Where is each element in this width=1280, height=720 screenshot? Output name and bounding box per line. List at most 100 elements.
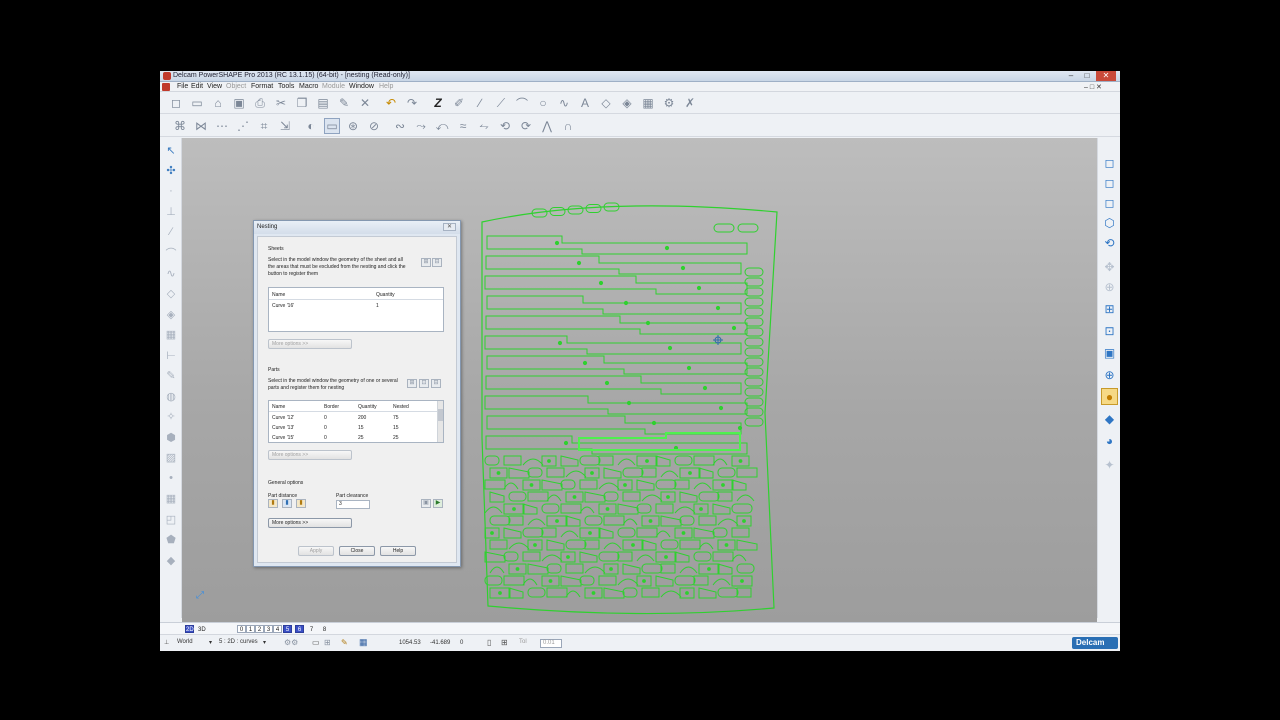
curve-project-icon[interactable]: ⇲	[277, 118, 293, 134]
curve-tool-icon[interactable]: ∿	[163, 265, 179, 281]
mdi-controls[interactable]: – □ ✕	[1084, 83, 1102, 91]
shaded-object-icon[interactable]: ◕	[1101, 432, 1118, 449]
view-zoom-icon[interactable]: ⊕	[1101, 278, 1118, 295]
cut-icon[interactable]: ✂	[273, 95, 289, 111]
curve-edit-icon[interactable]: ⌘	[172, 118, 188, 134]
part-row-cell[interactable]: Curve '15'	[272, 435, 294, 441]
nest-preview-button[interactable]: ▣	[421, 499, 431, 508]
menu-module[interactable]: Module	[322, 83, 345, 90]
curve-join-icon[interactable]: ⋯	[214, 118, 230, 134]
circle-icon[interactable]: ○	[535, 95, 551, 111]
render-icon[interactable]: ✦	[1101, 456, 1118, 473]
edit-icon[interactable]: ✎	[336, 95, 352, 111]
curve-rebuild-icon[interactable]: ⟲	[497, 118, 513, 134]
distance-mode-1-button[interactable]: ▮	[268, 499, 278, 508]
menu-help[interactable]: Help	[379, 83, 393, 90]
menu-macro[interactable]: Macro	[299, 83, 318, 90]
surface-icon[interactable]: ◇	[598, 95, 614, 111]
nest-run-button[interactable]: ▶	[433, 499, 443, 508]
menu-tools[interactable]: Tools	[278, 83, 294, 90]
relative-mode-icon[interactable]: ⊞	[501, 638, 508, 647]
curve-reverse-icon[interactable]: ⤺	[434, 118, 450, 134]
part-row-cell[interactable]: 25	[358, 435, 364, 441]
view-iso-icon[interactable]: ⬡	[1101, 214, 1118, 231]
curve-split-icon[interactable]: ⊘	[366, 118, 382, 134]
close-window-button[interactable]: ✕	[1096, 71, 1116, 81]
electrode-tool-icon[interactable]: ⬢	[163, 429, 179, 445]
view-side-icon[interactable]: ◻	[1101, 194, 1118, 211]
zoom-fit-icon[interactable]: ⊡	[1101, 322, 1118, 339]
maximize-button[interactable]: □	[1080, 71, 1094, 81]
absolute-mode-icon[interactable]: ▯	[487, 638, 491, 647]
layer-5[interactable]: 5	[283, 625, 292, 633]
grid-icon[interactable]: ▦	[359, 637, 368, 648]
minimize-button[interactable]: –	[1064, 71, 1078, 81]
globe-icon[interactable]: ⊕	[1101, 366, 1118, 383]
open-icon[interactable]: ▭	[189, 95, 205, 111]
print-icon[interactable]: ⎙	[252, 95, 268, 111]
edit-part-button[interactable]: ⊡	[419, 379, 429, 388]
close-button[interactable]: Close	[339, 546, 375, 556]
layer-0[interactable]: 0	[237, 625, 246, 633]
zoom-selected-icon[interactable]: ▣	[1101, 344, 1118, 361]
annotation-tool-icon[interactable]: ✎	[163, 368, 179, 384]
surface-tool-icon[interactable]: ◇	[163, 286, 179, 302]
arc-icon[interactable]: ⌒	[514, 95, 530, 111]
dropdown-arrow-icon[interactable]: ▾	[263, 639, 266, 646]
curve-analyze-icon[interactable]: ⋀	[539, 118, 555, 134]
general-more-options-button[interactable]: More options >>	[268, 518, 352, 528]
solid-icon[interactable]: ◈	[619, 95, 635, 111]
curve-trim-icon[interactable]: ⋈	[193, 118, 209, 134]
tolerance-input[interactable]: 0.01	[540, 639, 562, 648]
part-row-cell[interactable]: 25	[393, 435, 399, 441]
solid-tool-icon[interactable]: ◈	[163, 306, 179, 322]
shaded-diamond-icon[interactable]: ◆	[1101, 410, 1118, 427]
select-arrow-icon[interactable]: ↖	[163, 142, 179, 158]
cube-tool-icon[interactable]: ◰	[163, 511, 179, 527]
part-row-cell[interactable]: 0	[324, 425, 327, 431]
dialog-close-button[interactable]: ✕	[443, 223, 456, 231]
layer-7[interactable]: 7	[307, 625, 316, 633]
help-button[interactable]: Help	[380, 546, 416, 556]
save-icon[interactable]: ▣	[231, 95, 247, 111]
curve-fix-icon[interactable]: ⟳	[518, 118, 534, 134]
sketch-icon[interactable]: ✐	[451, 95, 467, 111]
nesting-sheet-icon[interactable]: ▭	[324, 118, 340, 134]
copy-icon[interactable]: ❐	[294, 95, 310, 111]
snap-icon[interactable]: ▭	[312, 638, 320, 647]
grid-snap-icon[interactable]: ⊞	[324, 638, 331, 647]
zoom-box-icon[interactable]: ⊞	[1101, 300, 1118, 317]
paste-icon[interactable]: ▤	[315, 95, 331, 111]
layer-2d[interactable]: 2D	[185, 625, 194, 633]
point-tool-icon[interactable]: •	[163, 470, 179, 486]
view-pan-icon[interactable]: ✥	[1101, 258, 1118, 275]
mesh-icon[interactable]: ▦	[640, 95, 656, 111]
view-front-icon[interactable]: ◻	[1101, 174, 1118, 191]
tools-icon[interactable]: ✗	[682, 95, 698, 111]
flatten-tool-icon[interactable]: ◆	[163, 552, 179, 568]
delete-icon[interactable]: ✕	[357, 95, 373, 111]
curve-smooth-icon[interactable]: ≈	[455, 118, 471, 134]
z-axis-icon[interactable]: Z	[430, 95, 446, 111]
open-folder-icon[interactable]: ⌂	[210, 95, 226, 111]
line-tool-icon[interactable]: ∕	[163, 224, 179, 240]
nesting-icon[interactable]: ◐	[303, 118, 319, 134]
arc-tool-icon[interactable]: ⌒	[163, 245, 179, 261]
apply-button[interactable]: Apply	[298, 546, 334, 556]
layer-8[interactable]: 8	[320, 625, 329, 633]
intelligent-cursor-icon[interactable]: ✎	[341, 638, 348, 647]
line-icon[interactable]: ∕	[472, 95, 488, 111]
polyline-icon[interactable]: ⟋	[493, 95, 509, 111]
view-rotate-icon[interactable]: ⟲	[1101, 234, 1118, 251]
remove-sheet-button[interactable]: ⊟	[432, 258, 442, 267]
menu-file[interactable]: File	[177, 83, 188, 90]
text-icon[interactable]: A	[577, 95, 593, 111]
parts-more-options-button[interactable]: More options >>	[268, 450, 352, 460]
dimension-tool-icon[interactable]: ⊢	[163, 347, 179, 363]
symbol-tool-icon[interactable]: ✧	[163, 409, 179, 425]
workplane-icon[interactable]: ⊥	[163, 204, 179, 220]
view-top-icon[interactable]: ◻	[1101, 154, 1118, 171]
menu-object[interactable]: Object	[226, 83, 246, 90]
grid-tool-icon[interactable]: ▦	[163, 491, 179, 507]
redo-icon[interactable]: ↷	[404, 95, 420, 111]
